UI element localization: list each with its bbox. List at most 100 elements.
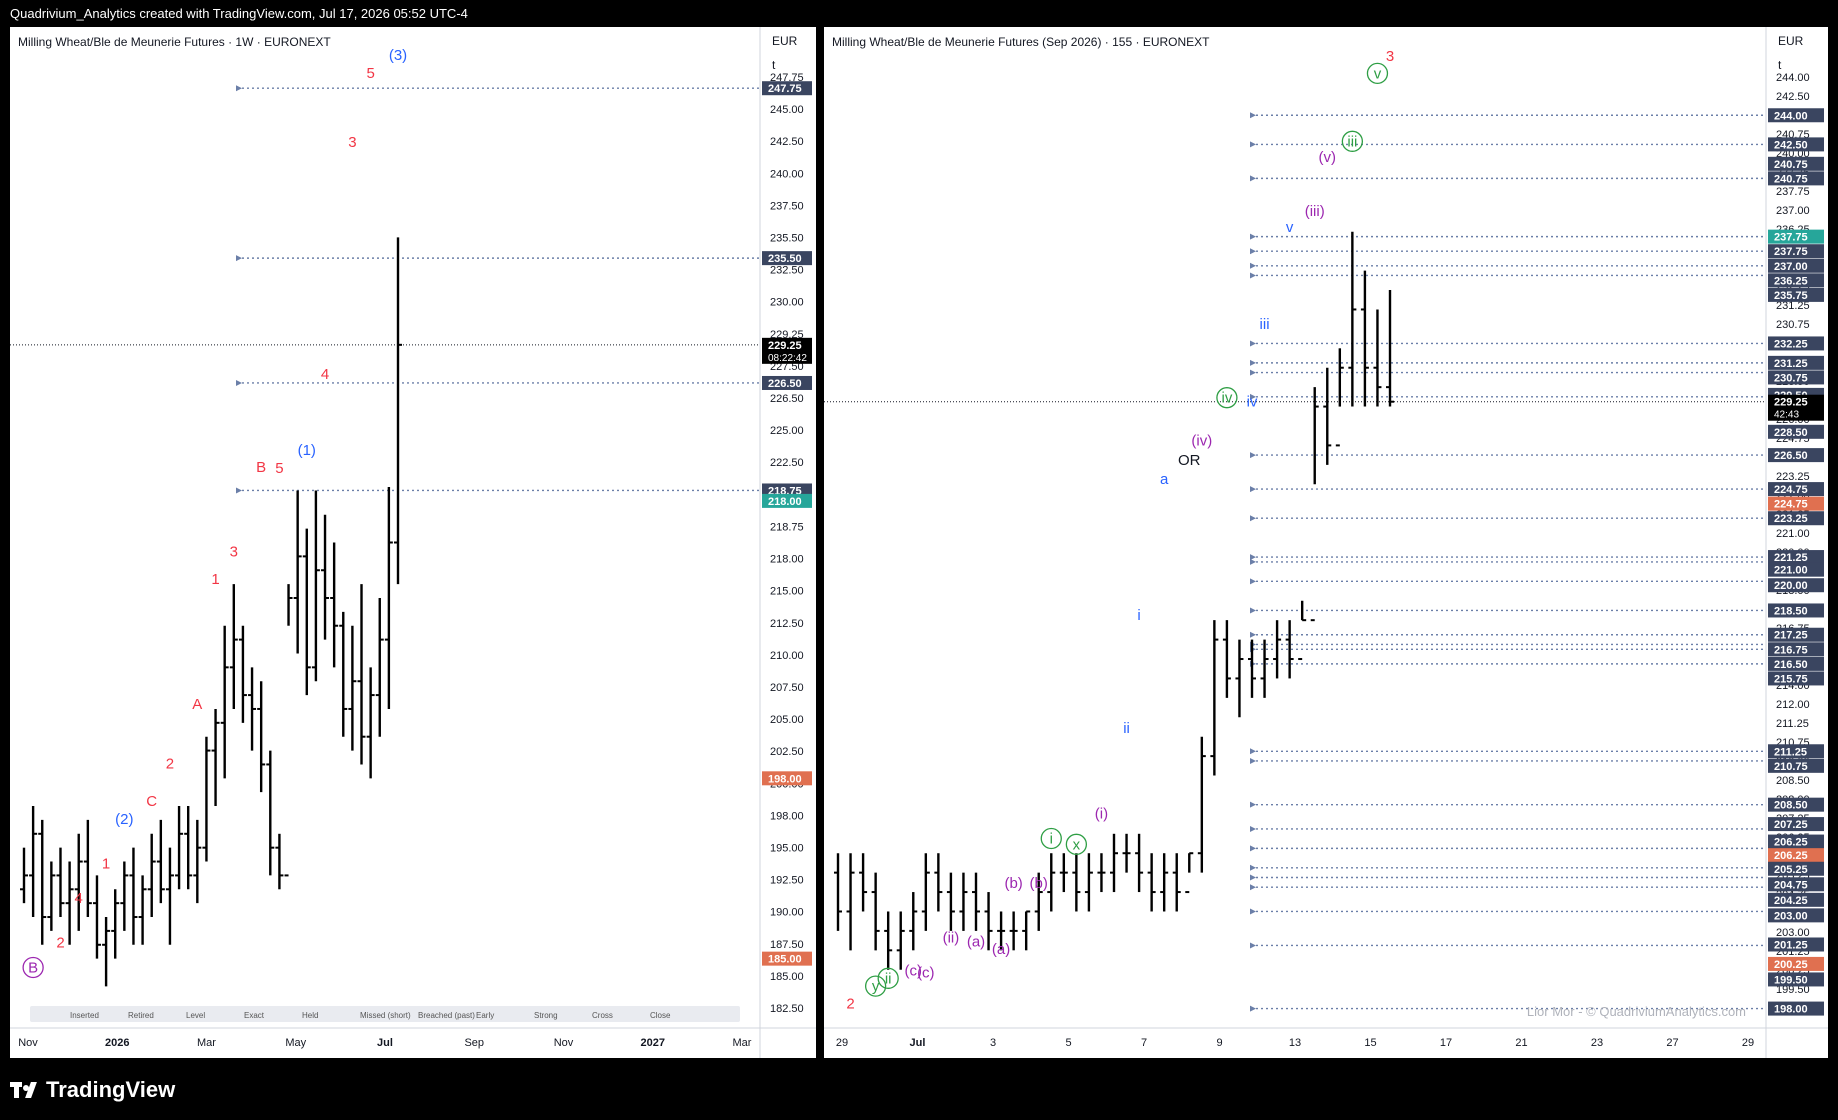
y-tick-label: 187.50: [770, 939, 804, 951]
y-tick-label: 192.50: [770, 875, 804, 887]
y-tick-label: 205.00: [770, 714, 804, 726]
price-label-text: 237.00: [1774, 261, 1808, 273]
price-label-text: 206.25: [1774, 837, 1808, 849]
x-tick-label: 2026: [105, 1037, 129, 1049]
price-label-text: 204.75: [1774, 879, 1808, 891]
price-label-text: 237.75: [1774, 246, 1808, 258]
x-tick-label: 15: [1364, 1037, 1376, 1049]
weekly-chart-svg: EUR t 247.75 245.00 242.50 240.00 237.50 235.50…: [10, 27, 816, 1058]
x-tick-label: Nov: [18, 1037, 38, 1049]
intraday-chart-panel[interactable]: EURt244.00242.50240.75240.75240.00237.75…: [824, 27, 1828, 1058]
wave-label: v: [1286, 219, 1294, 236]
y-tick-label: 230.00: [770, 297, 804, 309]
price-label-text: 228.50: [1774, 427, 1808, 439]
weekly-chart-title: Milling Wheat/Ble de Meunerie Futures · …: [18, 35, 331, 49]
level-arrow: [1250, 515, 1256, 522]
price-label-text: 235.50: [768, 253, 802, 265]
level-arrow: [1250, 874, 1256, 881]
y-tick-label: 225.00: [770, 425, 804, 437]
price-label-text: 247.75: [768, 83, 802, 95]
price-label-text: 199.50: [1774, 974, 1808, 986]
legend-item: Inserted: [70, 1011, 99, 1020]
wave-label: 4: [321, 366, 329, 383]
wave-label: B: [28, 960, 38, 977]
wave-label: 1: [211, 571, 219, 588]
wave-label: B: [256, 459, 266, 476]
x-tick-label: 2027: [641, 1037, 665, 1049]
legend-item: Retired: [128, 1011, 154, 1020]
y-tick-label: 242.50: [770, 136, 804, 148]
price-label-text: 231.25: [1774, 358, 1808, 370]
wave-label: 3: [1386, 48, 1394, 65]
wave-label: (v): [1319, 149, 1337, 166]
price-label-text: 198.00: [1774, 1004, 1808, 1016]
y-tick-label: 237.00: [1776, 205, 1810, 217]
legend-item: Missed (short): [360, 1011, 411, 1020]
price-label-text: 221.00: [1774, 565, 1808, 577]
price-label-text: 229.25: [768, 340, 802, 352]
price-label-text: 201.25: [1774, 939, 1808, 951]
intraday-chart-svg: EURt244.00242.50240.75240.75240.00237.75…: [824, 27, 1828, 1058]
wave-label: (1): [298, 442, 316, 459]
wave-label: iv: [1247, 394, 1258, 411]
wave-label: 1: [102, 855, 110, 872]
price-label-text: 185.00: [768, 954, 802, 966]
chart-header: Quadrivium_Analytics created with Tradin…: [10, 6, 468, 21]
x-tick-label: 5: [1065, 1037, 1071, 1049]
level-arrow: [1250, 757, 1256, 764]
y-tick-label: 202.50: [770, 746, 804, 758]
price-label-text: 226.50: [1774, 450, 1808, 462]
level-arrow: [1250, 452, 1256, 459]
y-tick-label: 222.50: [770, 457, 804, 469]
x-tick-label: May: [285, 1037, 306, 1049]
y-tick-label: 207.50: [770, 682, 804, 694]
level-arrow: [1250, 486, 1256, 493]
price-label-text: 220.00: [1774, 580, 1808, 592]
wave-label: x: [1073, 836, 1081, 853]
axis-currency: EUR: [772, 34, 798, 48]
level-arrow: [1250, 141, 1256, 148]
y-tick-label: 211.25: [1776, 718, 1809, 730]
level-arrow: [1250, 884, 1256, 891]
y-tick-label: 210.00: [770, 650, 804, 662]
price-label-text: 236.25: [1774, 275, 1808, 287]
x-tick-label: 27: [1666, 1037, 1678, 1049]
watermark: Lior Mor - © QuadriviumAnalytics.com: [1527, 1004, 1746, 1019]
price-label-text: 226.50: [768, 378, 802, 390]
price-label-text: 237.75: [1774, 232, 1808, 244]
price-label-text: 217.25: [1774, 630, 1808, 642]
price-label-text: 235.75: [1774, 290, 1808, 302]
wave-label: v: [1374, 65, 1382, 82]
level-arrow: [236, 487, 242, 494]
wave-label: (i): [1095, 805, 1108, 822]
x-tick-label: 3: [990, 1037, 996, 1049]
x-tick-label: 29: [1742, 1037, 1754, 1049]
wave-label: (b): [1030, 875, 1048, 892]
wave-label: 5: [275, 460, 283, 477]
wave-label: C: [146, 793, 157, 810]
price-label-text: 203.00: [1774, 910, 1808, 922]
x-tick-label: 7: [1141, 1037, 1147, 1049]
wave-label: 2: [846, 996, 854, 1013]
price-label-text: 198.00: [768, 773, 802, 785]
wave-label: (2): [115, 811, 133, 828]
x-tick-label: 9: [1216, 1037, 1222, 1049]
x-tick-label: 23: [1591, 1037, 1603, 1049]
price-label-text: 216.75: [1774, 644, 1808, 656]
legend-item: Strong: [534, 1011, 558, 1020]
wave-label: A: [192, 696, 202, 713]
axis-unit: t: [772, 58, 776, 72]
weekly-chart-panel[interactable]: EUR t 247.75 245.00 242.50 240.00 237.50 235.50…: [10, 27, 816, 1058]
y-tick-label: 235.50: [770, 233, 804, 245]
tradingview-brand[interactable]: TradingView: [10, 1077, 175, 1103]
y-tick-label: 245.00: [770, 104, 804, 116]
price-label-text: 229.25: [1774, 397, 1808, 409]
x-tick-label: 21: [1515, 1037, 1527, 1049]
level-arrow: [236, 255, 242, 262]
x-tick-label: Nov: [554, 1037, 574, 1049]
price-label-text: 205.25: [1774, 864, 1808, 876]
wave-label: ii: [1123, 720, 1130, 737]
wave-label: 4: [75, 890, 83, 907]
intraday-chart-title: Milling Wheat/Ble de Meunerie Futures (S…: [832, 35, 1210, 49]
y-tick-label: 240.00: [770, 168, 804, 180]
